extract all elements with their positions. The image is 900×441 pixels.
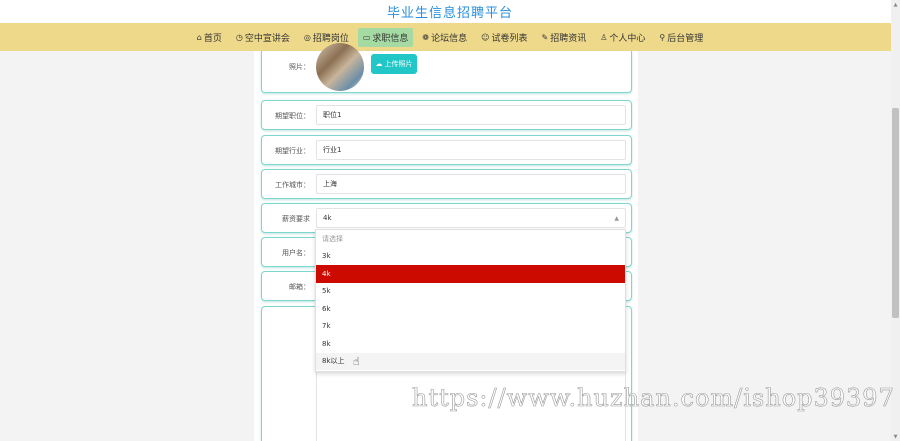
expected-industry-row: 期望行业： 行业1 — [261, 135, 632, 165]
expected-industry-input[interactable]: 行业1 — [316, 140, 626, 160]
expected-position-label: 期望职位： — [275, 112, 310, 120]
salary-option[interactable]: 8k — [316, 335, 625, 353]
scroll-down-icon[interactable]: ▼ — [891, 432, 900, 441]
upload-photo-label: 上传照片 — [384, 60, 413, 68]
photo-label: 照片： — [289, 63, 310, 71]
hand-pointer-icon: ☝ — [353, 355, 360, 368]
email-label: 邮箱： — [289, 283, 310, 291]
nav-item-label: 空中宣讲会 — [244, 33, 290, 44]
salary-option[interactable]: 5k — [316, 283, 625, 301]
nav-recruit-news-icon: ✎ — [541, 32, 549, 42]
nav-user-center-icon: ♙ — [600, 32, 608, 42]
expected-position-input[interactable]: 职位1 — [316, 105, 626, 125]
site-title: 毕业生信息招聘平台 — [386, 6, 513, 21]
avatar — [316, 43, 364, 91]
salary-selected-value: 4k — [323, 214, 332, 222]
main-nav: ⌂ 首页 ◷ 空中宣讲会 ◎ 招聘岗位 ▭ 求职信息 ❁ 论坛信息 ☺ 试卷列表 ✎ 招聘资讯 ♙ 个人中心 ⚲… — [0, 23, 900, 51]
nav-exam-list-icon: ☺ — [481, 32, 490, 42]
photo-row: 照片： ☁ 上传照片 — [261, 43, 632, 93]
scroll-up-icon[interactable]: ▲ — [891, 0, 900, 9]
nav-item-label: 后台管理 — [667, 33, 704, 44]
nav-item-home[interactable]: ⌂ 首页 — [192, 28, 227, 47]
nav-item-label: 个人中心 — [609, 33, 646, 44]
work-city-label: 工作城市： — [275, 181, 310, 189]
salary-option[interactable]: 3k — [316, 248, 625, 266]
nav-admin-icon: ⚲ — [659, 32, 666, 42]
nav-item-forum[interactable]: ❁ 论坛信息 — [417, 28, 472, 47]
site-header: 毕业生信息招聘平台 — [0, 0, 900, 23]
caret-up-icon: ▲ — [614, 215, 619, 222]
nav-item-label: 招聘资讯 — [550, 33, 587, 44]
cloud-upload-icon: ☁ — [375, 60, 383, 68]
expected-position-row: 期望职位： 职位1 — [261, 100, 632, 130]
salary-select[interactable]: 4k ▲ — [316, 208, 626, 228]
page-scrollbar[interactable]: ▲ ▼ — [891, 0, 900, 441]
nav-item-label: 招聘岗位 — [312, 33, 349, 44]
nav-item-exam-list[interactable]: ☺ 试卷列表 — [476, 28, 532, 47]
watermark: https://www.huzhan.com/ishop39397 — [412, 384, 895, 413]
nav-item-online-talks[interactable]: ◷ 空中宣讲会 — [231, 28, 295, 47]
nav-job-seeking-icon: ▭ — [362, 32, 371, 42]
nav-item-admin[interactable]: ⚲ 后台管理 — [654, 28, 708, 47]
nav-item-label: 论坛信息 — [431, 33, 468, 44]
expected-industry-label: 期望行业： — [275, 147, 310, 155]
nav-item-recruit-news[interactable]: ✎ 招聘资讯 — [536, 28, 591, 47]
salary-option[interactable]: 7k — [316, 318, 625, 336]
salary-dropdown: 请选择 3k 4k 5k 6k 7k 8k 8k以上 — [315, 229, 626, 372]
salary-label: 薪资要求 — [282, 215, 310, 223]
nav-online-talks-icon: ◷ — [235, 32, 243, 42]
scroll-thumb[interactable] — [892, 108, 899, 318]
nav-home-icon: ⌂ — [196, 32, 202, 42]
nav-job-posts-icon: ◎ — [303, 32, 311, 42]
salary-option[interactable]: 请选择 — [316, 230, 625, 248]
work-city-input[interactable]: 上海 — [316, 174, 626, 194]
salary-option[interactable]: 6k — [316, 300, 625, 318]
nav-item-user-center[interactable]: ♙ 个人中心 — [595, 28, 650, 47]
nav-item-label: 求职信息 — [372, 33, 409, 44]
upload-photo-button[interactable]: ☁ 上传照片 — [371, 54, 417, 74]
nav-item-label: 试卷列表 — [491, 33, 528, 44]
salary-option[interactable]: 8k以上 — [316, 352, 625, 370]
username-label: 用户名： — [282, 249, 310, 257]
nav-item-job-seeking[interactable]: ▭ 求职信息 — [357, 27, 414, 47]
nav-item-label: 首页 — [203, 33, 222, 44]
work-city-row: 工作城市： 上海 — [261, 169, 632, 199]
nav-forum-icon: ❁ — [422, 32, 430, 42]
salary-option[interactable]: 4k — [316, 265, 625, 283]
